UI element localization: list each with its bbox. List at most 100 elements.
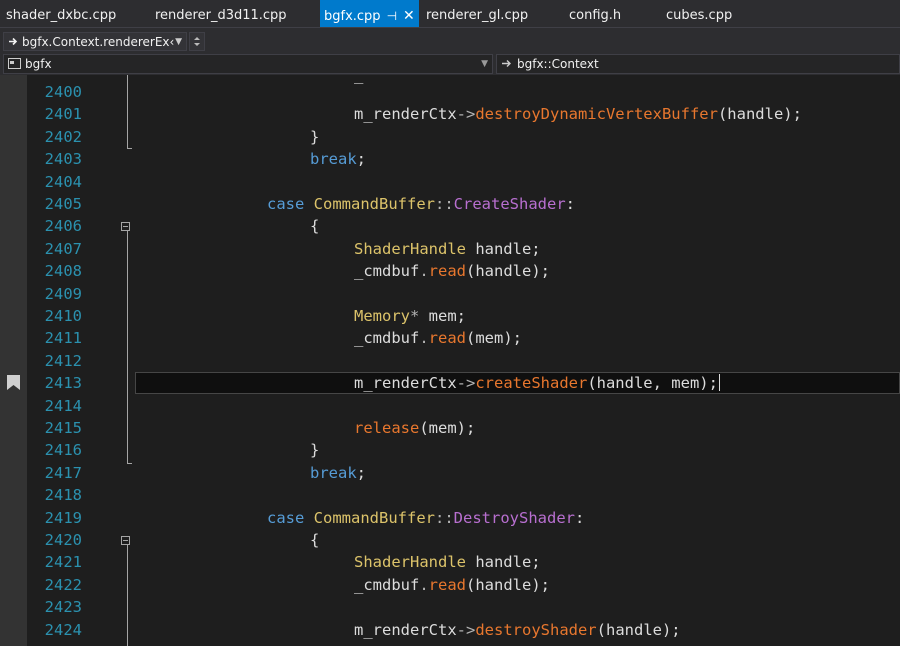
line-number: 2409: [44, 284, 82, 303]
tab-label: config.h: [569, 8, 622, 23]
tab-cubes[interactable]: cubes.cpp: [666, 0, 732, 27]
frame-spinner[interactable]: [189, 32, 205, 51]
stack-frame-value: bgfx.Context.rendererEx‹: [22, 35, 175, 49]
code-line[interactable]: 2411 _cmdbuf.read(mem);: [0, 327, 900, 349]
code-line[interactable]: 2422 _cmdbuf.read(handle);: [0, 574, 900, 596]
code-line[interactable]: 2419 case CommandBuffer::DestroyShader:: [0, 507, 900, 529]
code-line[interactable]: 2400: [0, 81, 900, 103]
code-line[interactable]: 2410 Memory* mem;: [0, 305, 900, 327]
code-text: _cmdbuf.read(handle);: [354, 260, 550, 282]
code-token: destroyShader: [475, 620, 597, 639]
tab-label: bgfx.cpp: [324, 9, 381, 24]
code-line[interactable]: 2413 m_renderCtx->createShader(handle, me…: [0, 372, 900, 395]
line-number: 2404: [44, 172, 82, 191]
code-token: (mem);: [466, 329, 522, 348]
code-text: break;: [310, 148, 366, 170]
code-token: (handle);: [466, 575, 550, 594]
code-token: release: [354, 419, 420, 437]
code-editor[interactable]: _ 2400 2401 m_renderCtx->destroyDynamicVer…: [0, 66, 900, 646]
code-line[interactable]: 2418: [0, 484, 900, 506]
code-text: case CommandBuffer::CreateShader:: [267, 193, 575, 215]
code-token: {: [310, 217, 320, 236]
code-token: m_renderCtx: [354, 620, 457, 639]
code-token: ;: [356, 150, 367, 169]
code-line[interactable]: 2423: [0, 596, 900, 618]
code-token: }: [310, 441, 320, 460]
code-line[interactable]: 2412: [0, 350, 900, 372]
code-token: .: [419, 575, 429, 594]
tab-label: shader_dxbc.cpp: [6, 8, 117, 23]
code-token: CommandBuffer: [313, 195, 435, 213]
line-number: 2416: [44, 441, 82, 460]
tab-label: renderer_gl.cpp: [426, 8, 529, 23]
code-token: read: [428, 329, 466, 348]
code-line[interactable]: 2421 ShaderHandle handle;: [0, 551, 900, 573]
code-text: break;: [310, 462, 366, 484]
stack-frame-dropdown[interactable]: bgfx.Context.rendererEx‹ ▼: [3, 32, 187, 51]
code-token: CommandBuffer: [313, 508, 435, 527]
current-frame-arrow-icon: [9, 37, 18, 46]
code-line[interactable]: 2408 _cmdbuf.read(handle);: [0, 260, 900, 282]
line-number: 2415: [44, 419, 82, 437]
line-number: 2419: [44, 508, 82, 527]
code-text: ShaderHandle handle;: [354, 551, 541, 573]
code-token: m_renderCtx: [354, 105, 457, 124]
code-text: _cmdbuf.read(handle);: [354, 574, 550, 596]
line-number: 2420: [44, 531, 82, 549]
code-token: break: [310, 150, 357, 169]
code-token: ;: [356, 463, 367, 482]
tab-config-h[interactable]: config.h: [569, 0, 621, 27]
line-number: 2400: [44, 83, 82, 101]
code-token: _cmdbuf: [354, 262, 420, 281]
code-line[interactable]: 2416}: [0, 439, 900, 461]
tab-renderer-gl[interactable]: renderer_gl.cpp: [426, 0, 528, 27]
code-token: handle;: [465, 239, 541, 258]
code-token: ::: [435, 195, 454, 213]
code-line[interactable]: 2406 {: [0, 215, 900, 237]
code-token: _cmdbuf: [354, 575, 420, 594]
code-token: (mem);: [419, 419, 476, 437]
code-token: (handle, mem);: [587, 374, 718, 393]
line-number: 2417: [44, 463, 82, 482]
text-caret: [719, 374, 720, 392]
line-number: 2413: [44, 374, 82, 393]
code-text: m_renderCtx->createShader(handle, mem);: [354, 372, 718, 394]
code-token: handle;: [465, 553, 541, 572]
code-line[interactable]: 2415 release(mem);: [0, 417, 900, 439]
code-line[interactable]: 2409: [0, 283, 900, 305]
code-line[interactable]: 2404: [0, 171, 900, 193]
line-number: 2411: [44, 329, 82, 348]
code-line[interactable]: 2424 m_renderCtx->destroyShader(handle);: [0, 619, 900, 641]
code-line[interactable]: 2420 {: [0, 529, 900, 551]
line-number: 2418: [44, 486, 82, 505]
code-token: Memory: [354, 307, 410, 325]
code-token: read: [428, 262, 466, 281]
code-token: .: [419, 329, 429, 348]
code-token: (handle);: [717, 105, 802, 124]
code-line[interactable]: 2405 case CommandBuffer::CreateShader:: [0, 193, 900, 215]
code-text: m_renderCtx->destroyShader(handle);: [354, 619, 681, 641]
code-text: m_renderCtx->destroyDynamicVertexBuffer(…: [354, 103, 802, 125]
line-number: 2414: [44, 396, 82, 415]
tab-bgfx[interactable]: bgfx.cpp ⊣ ✕: [320, 0, 419, 27]
code-token: ->: [456, 105, 476, 124]
code-token: .: [419, 262, 429, 281]
code-text: ShaderHandle handle;: [354, 238, 541, 260]
code-token: {: [310, 531, 320, 549]
code-line[interactable]: 2407 ShaderHandle handle;: [0, 238, 900, 260]
code-token: mem;: [419, 307, 467, 325]
code-line[interactable]: 2403 break;: [0, 148, 900, 170]
line-number: 2407: [44, 239, 82, 258]
code-line[interactable]: 2417 break;: [0, 462, 900, 484]
chevron-down-icon: ▼: [175, 37, 182, 47]
code-line[interactable]: 2401 m_renderCtx->destroyDynamicVertexBuf…: [0, 103, 900, 125]
code-text: {: [310, 215, 319, 237]
code-token: ->: [456, 620, 476, 639]
code-token: m_renderCtx: [354, 374, 457, 393]
line-number: 2406: [44, 217, 82, 236]
code-line[interactable]: 2414: [0, 395, 900, 417]
tab-renderer-d3d11[interactable]: renderer_d3d11.cpp: [155, 0, 287, 27]
code-line[interactable]: 2402}: [0, 126, 900, 148]
line-number: 2424: [44, 620, 82, 639]
tab-shader-dxbc[interactable]: shader_dxbc.cpp: [6, 0, 116, 27]
